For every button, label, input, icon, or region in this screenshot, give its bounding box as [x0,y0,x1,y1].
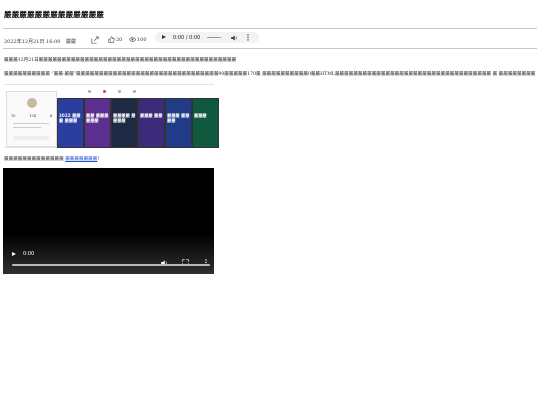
audio-time: 0:00 / 0:00 [173,35,201,41]
more-vertical-icon[interactable] [247,34,249,41]
meta-divider [3,48,537,49]
avatar [27,98,37,108]
play-icon[interactable] [12,252,16,256]
volume-icon[interactable] [231,34,238,41]
view-counter: 100 [129,36,147,43]
share-icon[interactable] [91,36,99,44]
title-divider [3,28,537,29]
video-thumbnail: 嚴嚴嚴 [192,98,219,148]
video-thumbnail: 嚴嚴嚴 嚴嚴 [138,98,165,148]
volume-icon[interactable] [161,251,168,266]
article-paragraph: 嚴嚴嚴嚴嚴嚴嚴嚴嚴嚴 “嚴嚴-嚴嚴”嚴嚴嚴嚴嚴嚴嚴嚴嚴嚴嚴嚴嚴嚴嚴嚴嚴嚴嚴嚴嚴嚴… [4,72,536,77]
video-progress-bar[interactable] [12,264,210,266]
dot-icon [118,90,121,93]
thumbnail-caption: 2022 嚴嚴嚴 嚴嚴嚴 [59,113,81,123]
article-meta: 2022年12月21日 16:00 嚴嚴 20 100 [0,33,540,47]
view-count: 100 [137,36,147,43]
publish-date: 2022年12月21日 16:00 [4,39,61,45]
eye-icon [129,37,136,42]
article-paragraph: 嚴嚴嚴嚴嚴嚴嚴嚴嚴嚴嚴嚴嚴 嚴嚴嚴嚴嚴嚴嚴！ [4,156,102,162]
thumbs-up-icon [108,36,115,43]
page-title: 嚴嚴嚴嚴嚴嚴嚴嚴嚴嚴嚴嚴嚴 [4,10,105,19]
text-line [13,123,49,124]
author-name[interactable]: 嚴嚴 [66,38,76,45]
dot-icon [88,90,91,93]
thumbnail-caption: 嚴嚴 嚴嚴嚴 嚴嚴嚴 [86,113,109,123]
audio-player[interactable]: 0:00 / 0:00 [155,32,259,43]
video-thumbnail: 嚴嚴 嚴嚴嚴 嚴嚴嚴 [84,98,111,148]
video-thumbnail: 2022 嚴嚴嚴 嚴嚴嚴 [57,98,84,148]
profile-stats: 10 134 4 [11,114,52,118]
more-vertical-icon[interactable] [205,251,207,266]
thumbnail-caption: 嚴嚴嚴 嚴嚴 [140,113,163,118]
stat-value: 134 [29,114,36,118]
thumbnail-caption: 嚴嚴嚴嚴 嚴嚴嚴嚴 [113,113,136,123]
screenshot-icon-row [88,90,138,94]
stat-value: 10 [11,114,16,118]
dot-icon [133,90,136,93]
profile-button [13,136,49,140]
heart-icon [103,90,106,93]
like-button[interactable]: 20 [108,36,122,43]
video-time: 0:00 [23,251,35,257]
video-thumbnail: 嚴嚴嚴 嚴嚴嚴嚴 [165,98,192,148]
paragraph-text: ！ [97,157,102,162]
article-paragraph: 嚴嚴嚴12月21日嚴嚴嚴嚴嚴嚴嚴嚴嚴嚴嚴嚴嚴嚴嚴嚴嚴嚴嚴嚴嚴嚴嚴嚴嚴嚴嚴嚴嚴嚴嚴… [4,58,237,63]
screenshot-collage: 10 134 4 2022 嚴嚴嚴 嚴嚴嚴 嚴嚴 嚴嚴嚴 嚴嚴嚴 嚴嚴嚴嚴 嚴嚴… [4,84,219,148]
paragraph-text: 嚴嚴嚴嚴嚴嚴嚴嚴嚴嚴嚴嚴嚴 [4,157,66,162]
stat-value: 4 [49,114,52,118]
article-link[interactable]: 嚴嚴嚴嚴嚴嚴嚴 [65,157,97,162]
thumbnail-caption: 嚴嚴嚴 [194,113,207,118]
profile-screenshot: 10 134 4 [6,91,57,147]
like-count: 20 [116,36,123,43]
fullscreen-icon[interactable] [182,251,189,266]
video-thumbnail: 嚴嚴嚴嚴 嚴嚴嚴嚴 [111,98,138,148]
thumbnail-caption: 嚴嚴嚴 嚴嚴嚴嚴 [167,113,190,123]
text-line [13,127,41,128]
video-player[interactable]: 0:00 [3,168,214,274]
play-icon[interactable] [162,35,166,39]
audio-progress-bar[interactable] [207,37,221,39]
